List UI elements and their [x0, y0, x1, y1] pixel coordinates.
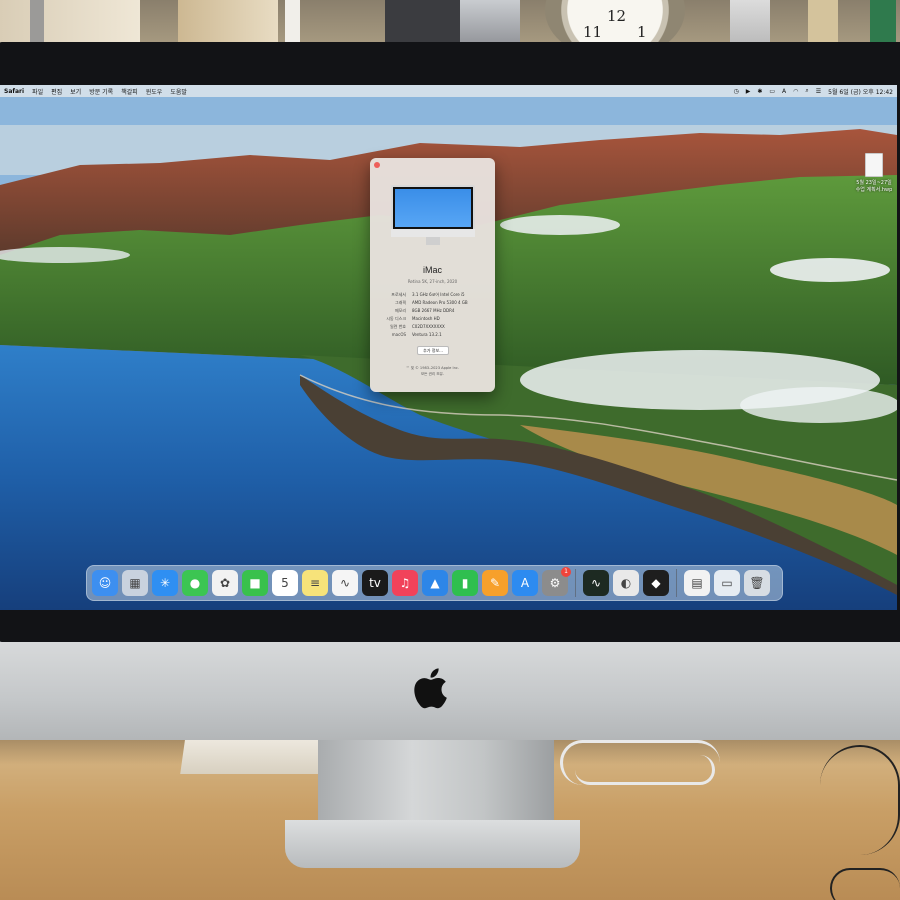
shelf: [0, 0, 140, 48]
imac-illustration-icon: [391, 185, 475, 237]
app-store-icon[interactable]: A: [512, 570, 538, 596]
apple-logo-icon: [414, 668, 447, 709]
desktop-file-name: 5월 23일~27일 수업 계획서.hwp: [855, 180, 893, 193]
play-icon[interactable]: ▶: [746, 88, 751, 95]
safari-icon[interactable]: ✳: [152, 570, 178, 596]
screen: Safari 파일 편집 보기 방문 기록 책갈피 윈도우 도움말 ◷ ▶ ✱ …: [0, 85, 897, 610]
wifi-icon[interactable]: ◠: [793, 88, 798, 95]
spec-value: Ventura 13.2.1: [412, 332, 442, 337]
shelf-item: [285, 0, 300, 48]
spec-row: 프로세서 3.1 GHz 6코어 Intel Core i5: [378, 291, 490, 299]
spec-row: 시동 디스크 Macintosh HD: [378, 315, 490, 323]
spec-value: 8GB 2667 MHz DDR4: [412, 308, 455, 313]
battery-icon[interactable]: ▭: [769, 88, 775, 95]
keynote-icon[interactable]: ▲: [422, 570, 448, 596]
close-button[interactable]: [374, 162, 380, 168]
spec-value: 3.1 GHz 6코어 Intel Core i5: [412, 292, 465, 297]
about-this-mac-window: iMac Retina 5K, 27-inch, 2020 프로세서 3.1 GH…: [370, 158, 495, 392]
photos-icon[interactable]: ✿: [212, 570, 238, 596]
spec-row: 일련 번호 C02D7XXXXXXX: [378, 323, 490, 331]
shelf-item: [808, 0, 838, 48]
imac-stand-foot: [285, 820, 580, 868]
spec-list: 프로세서 3.1 GHz 6코어 Intel Core i5 그래픽 AMD Rad…: [378, 291, 490, 339]
menu-datetime[interactable]: 5월 6일 (금) 오후 12:42: [828, 87, 893, 96]
dock-separator: [575, 569, 576, 597]
about-title: iMac: [422, 265, 442, 275]
freeform-icon[interactable]: ∿: [332, 570, 358, 596]
imac-illustration-stand: [426, 237, 440, 245]
finder-icon[interactable]: ☺: [92, 570, 118, 596]
input-source-label[interactable]: A: [782, 88, 786, 95]
menu-bookmarks[interactable]: 책갈피: [121, 87, 138, 96]
menu-app-name[interactable]: Safari: [4, 88, 24, 95]
shelf-item: [870, 0, 896, 48]
spec-row: 그래픽 AMD Radeon Pro 5300 4 GB: [378, 299, 490, 307]
menu-edit[interactable]: 편집: [51, 87, 62, 96]
messages-icon[interactable]: ●: [182, 570, 208, 596]
cable: [575, 755, 715, 785]
imac-chin: [0, 640, 900, 740]
notification-badge: 1: [561, 567, 571, 577]
tissue-box: [180, 734, 336, 774]
menu-view[interactable]: 보기: [70, 87, 81, 96]
more-info-button[interactable]: 추가 정보...: [417, 346, 449, 355]
menu-help[interactable]: 도움말: [170, 87, 187, 96]
downloads-stack-icon[interactable]: ▭: [714, 570, 740, 596]
spec-value: AMD Radeon Pro 5300 4 GB: [412, 300, 468, 305]
document-icon: [865, 153, 883, 177]
search-icon[interactable]: ⌕: [805, 87, 808, 95]
cable: [830, 868, 900, 900]
menu-file[interactable]: 파일: [32, 87, 43, 96]
shelf-item: [730, 0, 770, 48]
spec-value: C02D7XXXXXXX: [412, 324, 445, 329]
menu-window[interactable]: 윈도우: [146, 87, 163, 96]
figma-icon[interactable]: ◆: [643, 570, 669, 596]
system-settings-icon[interactable]: ⚙ 1: [542, 567, 571, 596]
spray-bottle: [460, 0, 520, 48]
dock: ☺ ▦ ✳ ● ✿ ■ 5 ≡ ∿ tv ♫ ▲ ▮ ✎ A ⚙ 1 ∿ ◐ ◆ ▤ ▭ 🗑: [86, 565, 783, 601]
music-icon[interactable]: ♫: [392, 570, 418, 596]
copyright-text: ™ 및 © 1983–2023 Apple Inc. 모든 권리 보유.: [370, 365, 495, 377]
spec-value: Macintosh HD: [412, 316, 440, 321]
documents-stack-icon[interactable]: ▤: [684, 570, 710, 596]
trash-icon[interactable]: 🗑: [744, 570, 770, 596]
cable: [820, 745, 900, 855]
pages-icon[interactable]: ✎: [482, 570, 508, 596]
spec-row: 메모리 8GB 2667 MHz DDR4: [378, 307, 490, 315]
dock-separator: [676, 569, 677, 597]
copyright-line: 모든 권리 보유.: [420, 372, 445, 376]
numbers-icon[interactable]: ▮: [452, 570, 478, 596]
desktop-file[interactable]: 5월 23일~27일 수업 계획서.hwp: [854, 153, 894, 194]
activity-monitor-icon[interactable]: ∿: [583, 570, 609, 596]
apple-tv-icon[interactable]: tv: [362, 570, 388, 596]
calendar-icon[interactable]: 5: [272, 570, 298, 596]
spec-key: 일련 번호: [390, 324, 406, 329]
preview-icon[interactable]: ◐: [613, 570, 639, 596]
spec-key: 그래픽: [394, 300, 406, 305]
clock-icon[interactable]: ◷: [733, 88, 738, 95]
shelf-item: [30, 0, 44, 48]
notes-icon[interactable]: ≡: [302, 570, 328, 596]
menu-bar: Safari 파일 편집 보기 방문 기록 책갈피 윈도우 도움말 ◷ ▶ ✱ …: [0, 85, 897, 97]
spec-key: 프로세서: [391, 292, 406, 297]
spec-key: macOS: [391, 332, 406, 337]
facetime-icon[interactable]: ■: [242, 570, 268, 596]
spec-row: macOS Ventura 13.2.1: [378, 331, 490, 339]
spec-key: 메모리: [394, 308, 406, 313]
spec-key: 시동 디스크: [386, 316, 406, 321]
control-center-icon[interactable]: ☰: [816, 88, 821, 95]
status-area: ◷ ▶ ✱ ▭ A ◠ ⌕ ☰ 5월 6일 (금) 오후 12:42: [733, 87, 893, 96]
bluetooth-icon[interactable]: ✱: [757, 88, 762, 95]
shelf-item: [178, 0, 278, 48]
shelf-item: [385, 0, 460, 48]
about-subtitle: Retina 5K, 27-inch, 2020: [407, 279, 458, 284]
menu-history[interactable]: 방문 기록: [89, 87, 113, 96]
launchpad-icon[interactable]: ▦: [122, 570, 148, 596]
